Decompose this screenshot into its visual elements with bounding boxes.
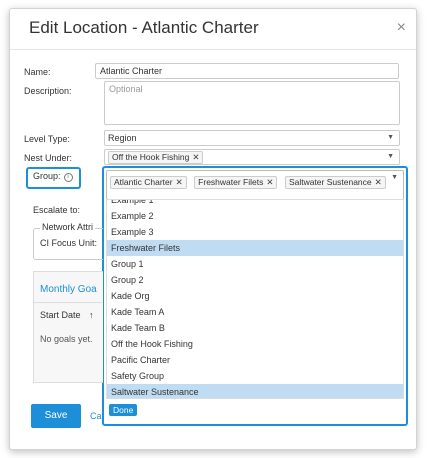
group-chip: Saltwater Sustenance ✕ bbox=[284, 176, 386, 189]
description-label: Description: bbox=[24, 86, 72, 96]
chevron-down-icon: ▼ bbox=[387, 134, 394, 141]
start-date-label: Start Date bbox=[40, 310, 81, 320]
group-option[interactable]: Off the Hook Fishing bbox=[107, 336, 403, 352]
divider bbox=[10, 49, 416, 50]
group-chip: Atlantic Charter ✕ bbox=[110, 176, 187, 189]
group-option[interactable]: Saltwater Sustenance bbox=[107, 384, 403, 398]
save-button[interactable]: Save bbox=[31, 404, 81, 428]
monthly-goals-title: Monthly Goa bbox=[40, 284, 97, 295]
goals-empty-text: No goals yet. bbox=[40, 334, 93, 344]
sort-ascending-icon: ↑ bbox=[89, 310, 94, 320]
info-icon[interactable]: i bbox=[63, 173, 73, 182]
group-option[interactable]: Group 1 bbox=[107, 256, 403, 272]
nest-under-select[interactable]: Off the Hook Fishing ✕ ▼ bbox=[104, 149, 400, 165]
nest-under-chip: Off the Hook Fishing ✕ bbox=[108, 151, 204, 164]
group-option[interactable]: Example 1 bbox=[107, 200, 403, 208]
name-input[interactable]: Atlantic Charter bbox=[95, 63, 399, 79]
chip-label: Freshwater Filets bbox=[198, 177, 264, 187]
ci-focus-label: CI Focus Unit: bbox=[40, 238, 98, 248]
group-option[interactable]: Kade Team A bbox=[107, 304, 403, 320]
remove-chip-icon[interactable]: ✕ bbox=[375, 177, 382, 187]
group-options-list: Example 1 Example 2 Example 3 Freshwater Fi… bbox=[106, 199, 404, 399]
level-type-value: Region bbox=[108, 133, 137, 143]
group-option[interactable]: Example 2 bbox=[107, 208, 403, 224]
group-option[interactable]: Freshwater Filets bbox=[107, 240, 403, 256]
close-icon[interactable]: × bbox=[397, 20, 406, 36]
done-button[interactable]: Done bbox=[109, 404, 138, 416]
chip-label: Atlantic Charter bbox=[114, 177, 173, 187]
group-chip: Freshwater Filets ✕ bbox=[194, 176, 278, 189]
dialog-title: Edit Location - Atlantic Charter bbox=[29, 18, 259, 37]
remove-chip-icon[interactable]: ✕ bbox=[266, 177, 273, 187]
chip-label: Saltwater Sustenance bbox=[288, 177, 372, 187]
level-type-select[interactable]: Region ▼ bbox=[104, 130, 400, 146]
cancel-link[interactable]: Ca bbox=[90, 411, 102, 421]
description-textarea[interactable]: Optional bbox=[104, 81, 400, 125]
nest-under-label: Nest Under: bbox=[24, 153, 73, 163]
network-attributes-legend: Network Attri bbox=[40, 222, 96, 232]
level-type-label: Level Type: bbox=[24, 134, 70, 144]
group-option[interactable]: Example 3 bbox=[107, 224, 403, 240]
start-date-header[interactable]: Start Date ↑ bbox=[40, 310, 94, 320]
group-option[interactable]: Pacific Charter bbox=[107, 352, 403, 368]
chevron-down-icon: ▼ bbox=[391, 174, 398, 181]
done-bar: Done bbox=[106, 400, 404, 422]
group-select-field[interactable]: Atlantic Charter ✕ Freshwater Filets ✕ Sal… bbox=[106, 170, 404, 200]
name-label: Name: bbox=[24, 67, 51, 77]
chevron-down-icon: ▼ bbox=[387, 153, 394, 160]
chip-label: Off the Hook Fishing bbox=[112, 152, 190, 162]
group-option[interactable]: Group 2 bbox=[107, 272, 403, 288]
group-label-text: Group: bbox=[33, 171, 61, 181]
remove-chip-icon[interactable]: ✕ bbox=[192, 152, 199, 162]
goals-divider bbox=[33, 302, 102, 303]
group-option[interactable]: Safety Group bbox=[107, 368, 403, 384]
group-multiselect: Atlantic Charter ✕ Freshwater Filets ✕ Sal… bbox=[102, 166, 408, 426]
escalate-label: Escalate to: bbox=[33, 205, 81, 215]
group-option[interactable]: Kade Org bbox=[107, 288, 403, 304]
group-option[interactable]: Kade Team B bbox=[107, 320, 403, 336]
remove-chip-icon[interactable]: ✕ bbox=[176, 177, 183, 187]
group-label: Group: i bbox=[33, 171, 73, 182]
